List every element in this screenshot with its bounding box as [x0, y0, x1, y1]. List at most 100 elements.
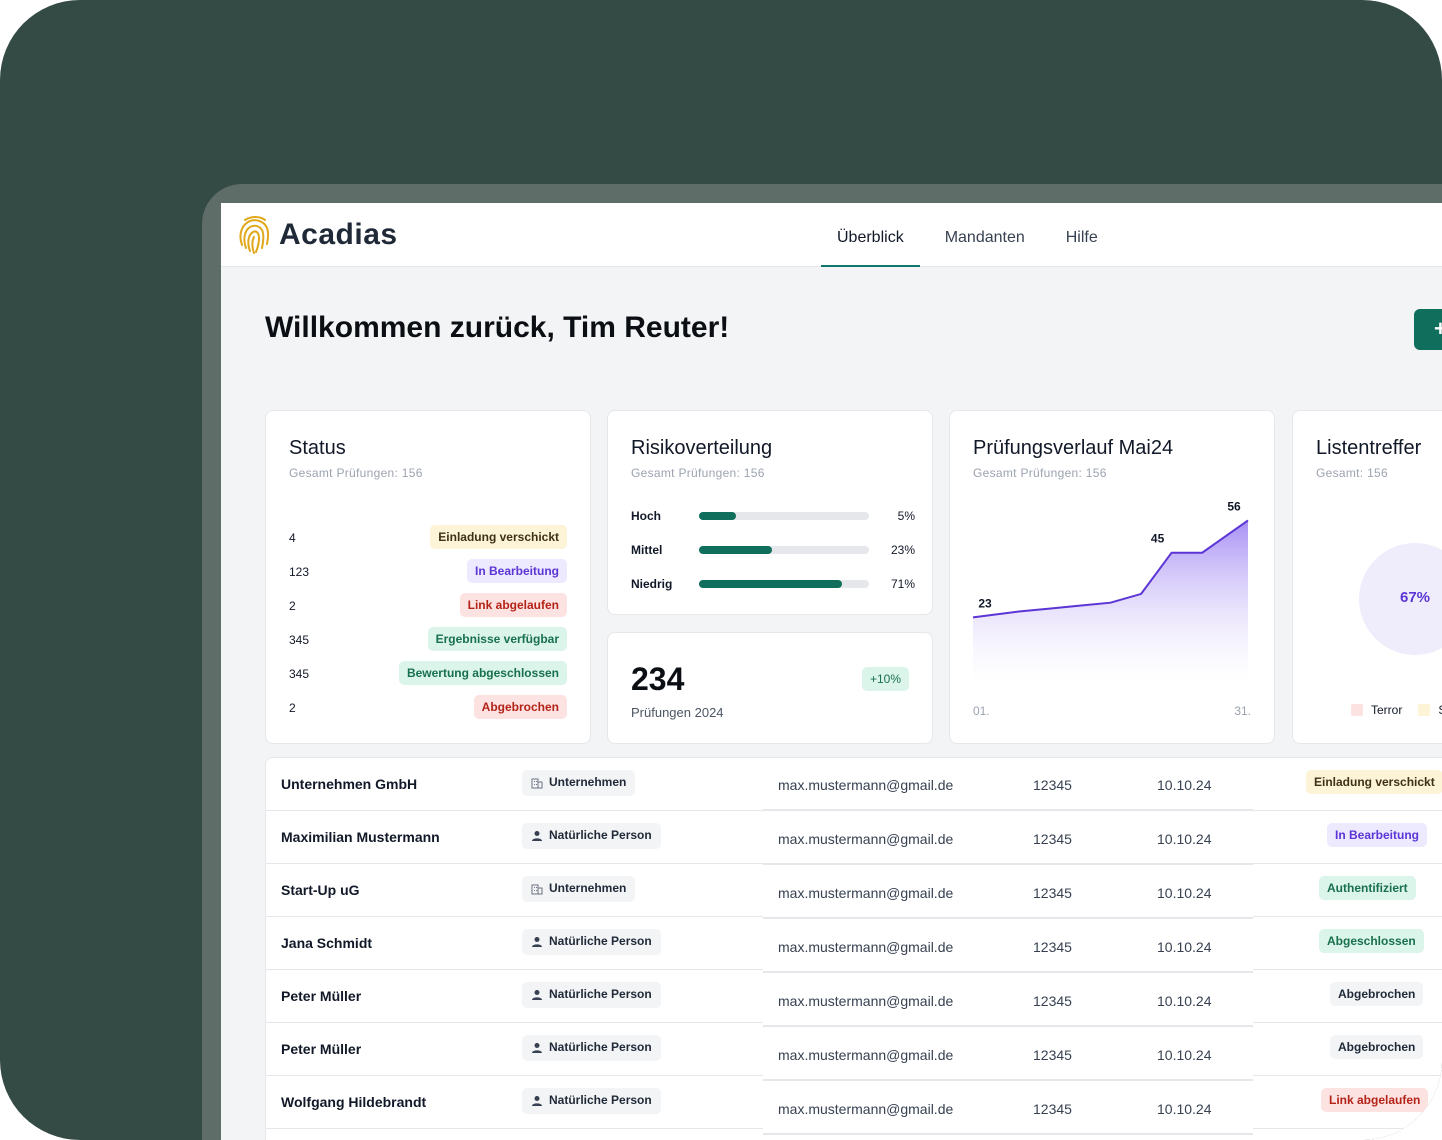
- status-badge: Link abgelaufen: [459, 593, 567, 617]
- nav-tab-hilfe[interactable]: Hilfe: [1050, 203, 1114, 267]
- risk-card: Risikoverteilung Gesamt Prüfungen: 156 H…: [607, 410, 933, 615]
- mandanten-table: Unternehmen GmbH Unternehmen max.musterman…: [265, 757, 1442, 1140]
- status-count: 123: [289, 565, 310, 579]
- row-divider: [763, 1133, 1253, 1135]
- risk-label: Niedrig: [631, 577, 673, 591]
- lists-legend: Terror S: [1351, 703, 1442, 717]
- history-card: Prüfungsverlauf Mai24 Gesamt Prüfungen: …: [949, 410, 1275, 744]
- status-card-title: Status: [289, 437, 346, 459]
- risk-bar-fill: [699, 512, 737, 520]
- client-name: Start-Up uG: [281, 882, 360, 898]
- client-number: 12345: [1033, 885, 1072, 901]
- risk-percent: 23%: [890, 543, 915, 557]
- person-icon: [532, 990, 542, 1000]
- risk-row: Hoch 5%: [631, 507, 915, 523]
- kpi-card: 234 Prüfungen 2024 +10%: [607, 632, 933, 744]
- risk-bar-fill: [699, 580, 842, 588]
- status-badge: In Bearbeitung: [1327, 823, 1428, 847]
- risk-row: Mittel 23%: [631, 541, 915, 557]
- status-badge: Bewertung abgeschlossen: [398, 661, 567, 685]
- device-background: Acadias Überblick Mandanten Hilfe Willko…: [0, 0, 1442, 1140]
- client-type-badge: Unternehmen: [522, 770, 636, 796]
- client-email: max.mustermann@gmail.de: [778, 1101, 954, 1117]
- risk-card-subtitle: Gesamt Prüfungen: 156: [631, 466, 765, 480]
- risk-label: Hoch: [631, 509, 661, 523]
- status-row: 123 In Bearbeitung: [289, 559, 567, 585]
- client-number: 12345: [1033, 939, 1072, 955]
- status-badge: Abgebrochen: [1330, 982, 1424, 1006]
- person-icon: [532, 1043, 542, 1053]
- client-date: 10.10.24: [1157, 993, 1212, 1009]
- table-row[interactable]: Jana Schmidt Natürliche Person max.musterm…: [266, 917, 1442, 973]
- client-type-label: Natürliche Person: [549, 828, 652, 842]
- chart-point-label: 23: [978, 596, 992, 610]
- table-row[interactable]: Start-Up uG Unternehmen max.mustermann@gma…: [266, 864, 1442, 919]
- client-number: 12345: [1033, 1101, 1072, 1117]
- client-email: max.mustermann@gmail.de: [778, 993, 954, 1009]
- client-date: 10.10.24: [1157, 777, 1212, 793]
- client-date: 10.10.24: [1157, 939, 1212, 955]
- legend-swatch-terror: [1351, 704, 1363, 716]
- table-row[interactable]: Peter Müller Natürliche Person max.musterm…: [266, 970, 1442, 1027]
- client-type-label: Natürliche Person: [549, 1093, 652, 1107]
- status-count: 2: [289, 701, 296, 715]
- client-name: Peter Müller: [281, 1041, 362, 1057]
- page-title: Willkommen zurück, Tim Reuter!: [265, 311, 730, 344]
- lists-card: Listentreffer Gesamt: 156 67% Terror S: [1292, 410, 1442, 744]
- status-badge: Abgeschlossen: [1319, 929, 1424, 953]
- status-badge: Link abgelaufen: [1321, 1088, 1429, 1112]
- chart-point-label: 45: [1151, 532, 1165, 546]
- lists-donut-chart: 67%: [1359, 543, 1442, 655]
- table-row[interactable]: Wolfgang Hildebrandt Natürliche Person max…: [266, 1076, 1442, 1135]
- table-row[interactable]: Peter Müller Natürliche Person max.musterm…: [266, 1023, 1442, 1081]
- status-badge: In Bearbeitung: [466, 559, 567, 583]
- nav-tab-ueberblick[interactable]: Überblick: [821, 203, 920, 267]
- legend-label: S: [1438, 703, 1442, 717]
- status-row: 4 Einladung verschickt: [289, 525, 567, 551]
- lists-card-subtitle: Gesamt: 156: [1316, 466, 1389, 480]
- app-name: Acadias: [279, 218, 398, 251]
- table-row[interactable]: Unternehmen GmbH Unternehmen max.musterman…: [266, 758, 1442, 811]
- person-icon: [532, 831, 542, 841]
- client-email: max.mustermann@gmail.de: [778, 831, 954, 847]
- client-name: Jana Schmidt: [281, 935, 373, 951]
- status-row: 2 Link abgelaufen: [289, 593, 567, 619]
- status-count: 345: [289, 667, 310, 681]
- row-divider: [1253, 1128, 1442, 1129]
- status-count: 345: [289, 633, 310, 647]
- add-button[interactable]: +: [1414, 309, 1442, 350]
- kpi-value: 234: [631, 661, 685, 697]
- table-row[interactable]: Maximilian Mustermann Natürliche Person ma…: [266, 811, 1442, 865]
- status-badge: Authentifiziert: [1319, 876, 1416, 900]
- status-row: 345 Ergebnisse verfügbar: [289, 627, 567, 653]
- status-count: 2: [289, 599, 296, 613]
- status-card-subtitle: Gesamt Prüfungen: 156: [289, 466, 423, 480]
- status-badge: Einladung verschickt: [1306, 770, 1442, 794]
- app-logo[interactable]: Acadias: [237, 215, 398, 255]
- chart-x-tick-label: 31.: [1234, 704, 1251, 718]
- risk-percent: 5%: [897, 509, 915, 523]
- nav-tab-mandanten[interactable]: Mandanten: [929, 203, 1041, 267]
- client-type-badge: Unternehmen: [522, 876, 636, 902]
- client-number: 12345: [1033, 831, 1072, 847]
- client-date: 10.10.24: [1157, 885, 1212, 901]
- kpi-delta-badge: +10%: [861, 667, 909, 691]
- client-date: 10.10.24: [1157, 1047, 1212, 1063]
- client-type-label: Unternehmen: [549, 881, 627, 895]
- status-badge: Abgebrochen: [1330, 1035, 1424, 1059]
- status-row: 2 Abgebrochen: [289, 695, 567, 721]
- status-badge: Abgebrochen: [473, 695, 567, 719]
- client-name: Maximilian Mustermann: [281, 829, 440, 845]
- status-card: Status Gesamt Prüfungen: 156 4 Einladung…: [265, 410, 591, 744]
- chart-x-tick-label: 01.: [973, 704, 990, 718]
- client-type-badge: Natürliche Person: [522, 823, 661, 849]
- app-screen: Acadias Überblick Mandanten Hilfe Willko…: [221, 203, 1442, 1140]
- risk-percent: 71%: [890, 577, 915, 591]
- risk-row: Niedrig 71%: [631, 575, 915, 591]
- client-date: 10.10.24: [1157, 831, 1212, 847]
- status-badge: Ergebnisse verfügbar: [427, 627, 567, 651]
- client-name: Wolfgang Hildebrandt: [281, 1094, 427, 1110]
- client-number: 12345: [1033, 1047, 1072, 1063]
- status-row: 345 Bewertung abgeschlossen: [289, 661, 567, 687]
- main-nav: Überblick Mandanten Hilfe: [821, 203, 1123, 267]
